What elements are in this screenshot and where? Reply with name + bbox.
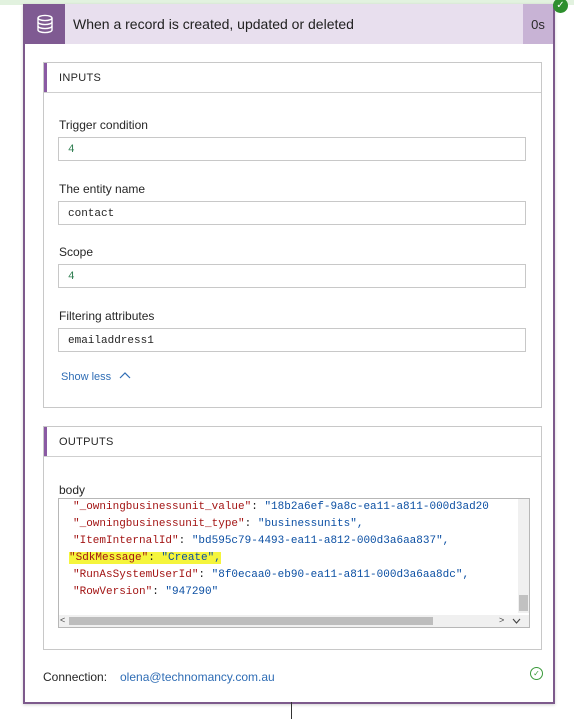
connection-link[interactable]: olena@technomancy.com.au	[120, 670, 275, 684]
json-line: "RunAsSystemUserId": "8f0ecaa0-eb90-ea11…	[73, 569, 470, 581]
trigger-card: When a record is created, updated or del…	[23, 0, 568, 704]
card-header[interactable]: When a record is created, updated or del…	[25, 4, 553, 44]
database-icon	[25, 4, 65, 44]
vertical-scrollbar[interactable]	[518, 499, 529, 613]
entity-name-field[interactable]: contact	[58, 201, 526, 225]
filtering-attributes-field[interactable]: emailaddress1	[58, 328, 526, 352]
outputs-section: OUTPUTS body "_owningbusinessunit_value"…	[43, 426, 542, 650]
card-title: When a record is created, updated or del…	[73, 16, 354, 32]
body-json-viewer[interactable]: "_owningbusinessunit_value": "18b2a6ef-9…	[58, 498, 530, 628]
json-line: "_owningbusinessunit_value": "18b2a6ef-9…	[73, 501, 489, 513]
horizontal-scrollbar[interactable]: < >	[59, 615, 529, 627]
chevron-up-icon	[119, 372, 131, 379]
scroll-left-arrow-icon[interactable]: <	[60, 615, 65, 625]
json-line-highlighted: "SdkMessage": "Create",	[69, 552, 221, 564]
horizontal-scroll-thumb[interactable]	[69, 617, 433, 625]
show-less-link[interactable]: Show less	[61, 371, 131, 383]
json-line: "_owningbusinessunit_type": "businessuni…	[73, 518, 364, 530]
scope-label: Scope	[59, 245, 94, 259]
outputs-title: OUTPUTS	[59, 436, 114, 448]
json-line: "RowVersion": "947290"	[73, 586, 219, 598]
scroll-right-arrow-icon[interactable]: >	[499, 615, 504, 625]
body-label: body	[59, 483, 86, 497]
entity-name-label: The entity name	[59, 182, 146, 196]
vertical-scroll-thumb[interactable]	[519, 595, 528, 611]
chevron-down-icon[interactable]	[512, 618, 521, 624]
success-check-icon: ✓	[553, 0, 568, 13]
inputs-header: INPUTS	[44, 63, 541, 93]
json-line: "ItemInternalId": "bd595c79-4493-ea11-a8…	[73, 535, 450, 547]
connection-status-icon: ✓	[530, 667, 543, 680]
trigger-condition-label: Trigger condition	[59, 118, 148, 132]
trigger-condition-field[interactable]: 4	[58, 137, 526, 161]
highlight-mark: "SdkMessage": "Create",	[69, 552, 221, 564]
scope-field[interactable]: 4	[58, 264, 526, 288]
show-less-label: Show less	[61, 371, 112, 383]
connection-label: Connection:	[43, 670, 108, 684]
filtering-attributes-label: Filtering attributes	[59, 309, 155, 323]
duration-badge: 0s	[523, 4, 553, 44]
outputs-header: OUTPUTS	[44, 427, 541, 457]
flow-connector-line	[291, 702, 292, 719]
inputs-section: INPUTS Trigger condition 4 The entity na…	[43, 62, 542, 408]
inputs-title: INPUTS	[59, 72, 102, 84]
